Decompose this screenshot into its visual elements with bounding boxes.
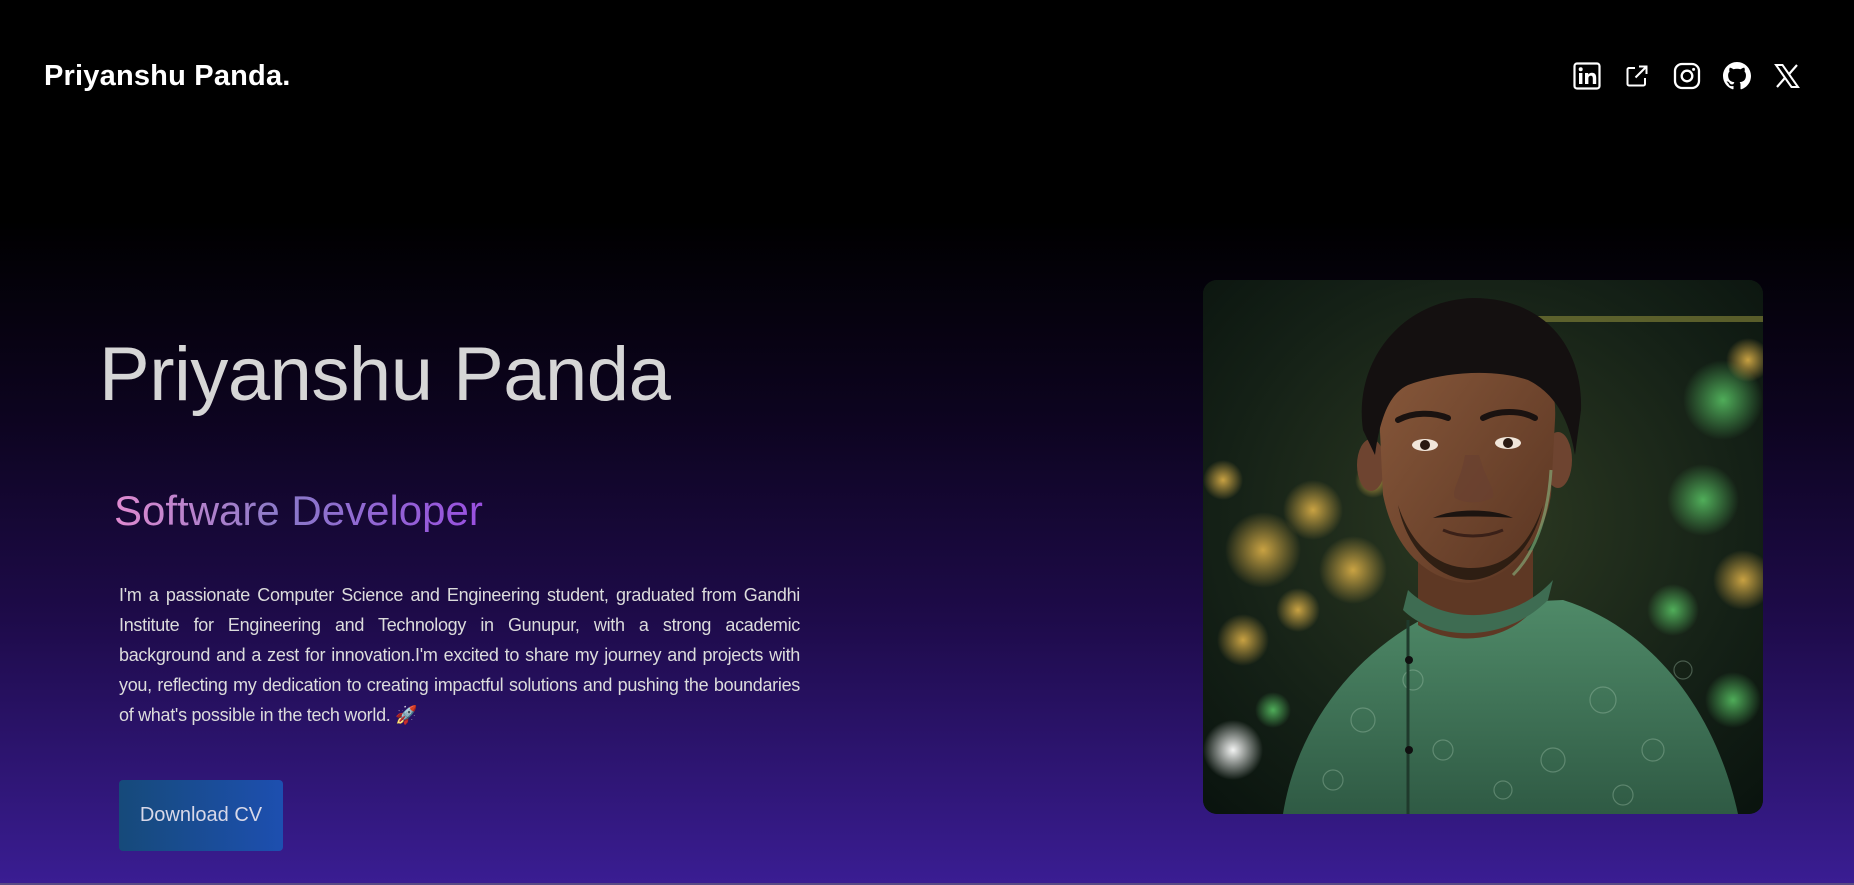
brand-logo[interactable]: Priyanshu Panda.: [44, 62, 291, 91]
social-links: [1573, 62, 1801, 90]
page: Priyanshu Panda. Priyanshu Panda Softwar…: [0, 0, 1854, 885]
external-link-icon[interactable]: [1623, 62, 1651, 90]
hero-name: Priyanshu Panda: [99, 332, 671, 417]
bio-paragraph: I'm a passionate Computer Science and En…: [119, 585, 800, 725]
x-twitter-icon[interactable]: [1773, 62, 1801, 90]
profile-photo: [1203, 280, 1763, 814]
role-title: Software Developer: [114, 487, 483, 534]
profile-photo-illustration: [1203, 280, 1763, 814]
github-icon[interactable]: [1723, 62, 1751, 90]
instagram-icon[interactable]: [1673, 62, 1701, 90]
linkedin-icon[interactable]: [1573, 62, 1601, 90]
download-cv-button[interactable]: Download CV: [119, 780, 283, 851]
